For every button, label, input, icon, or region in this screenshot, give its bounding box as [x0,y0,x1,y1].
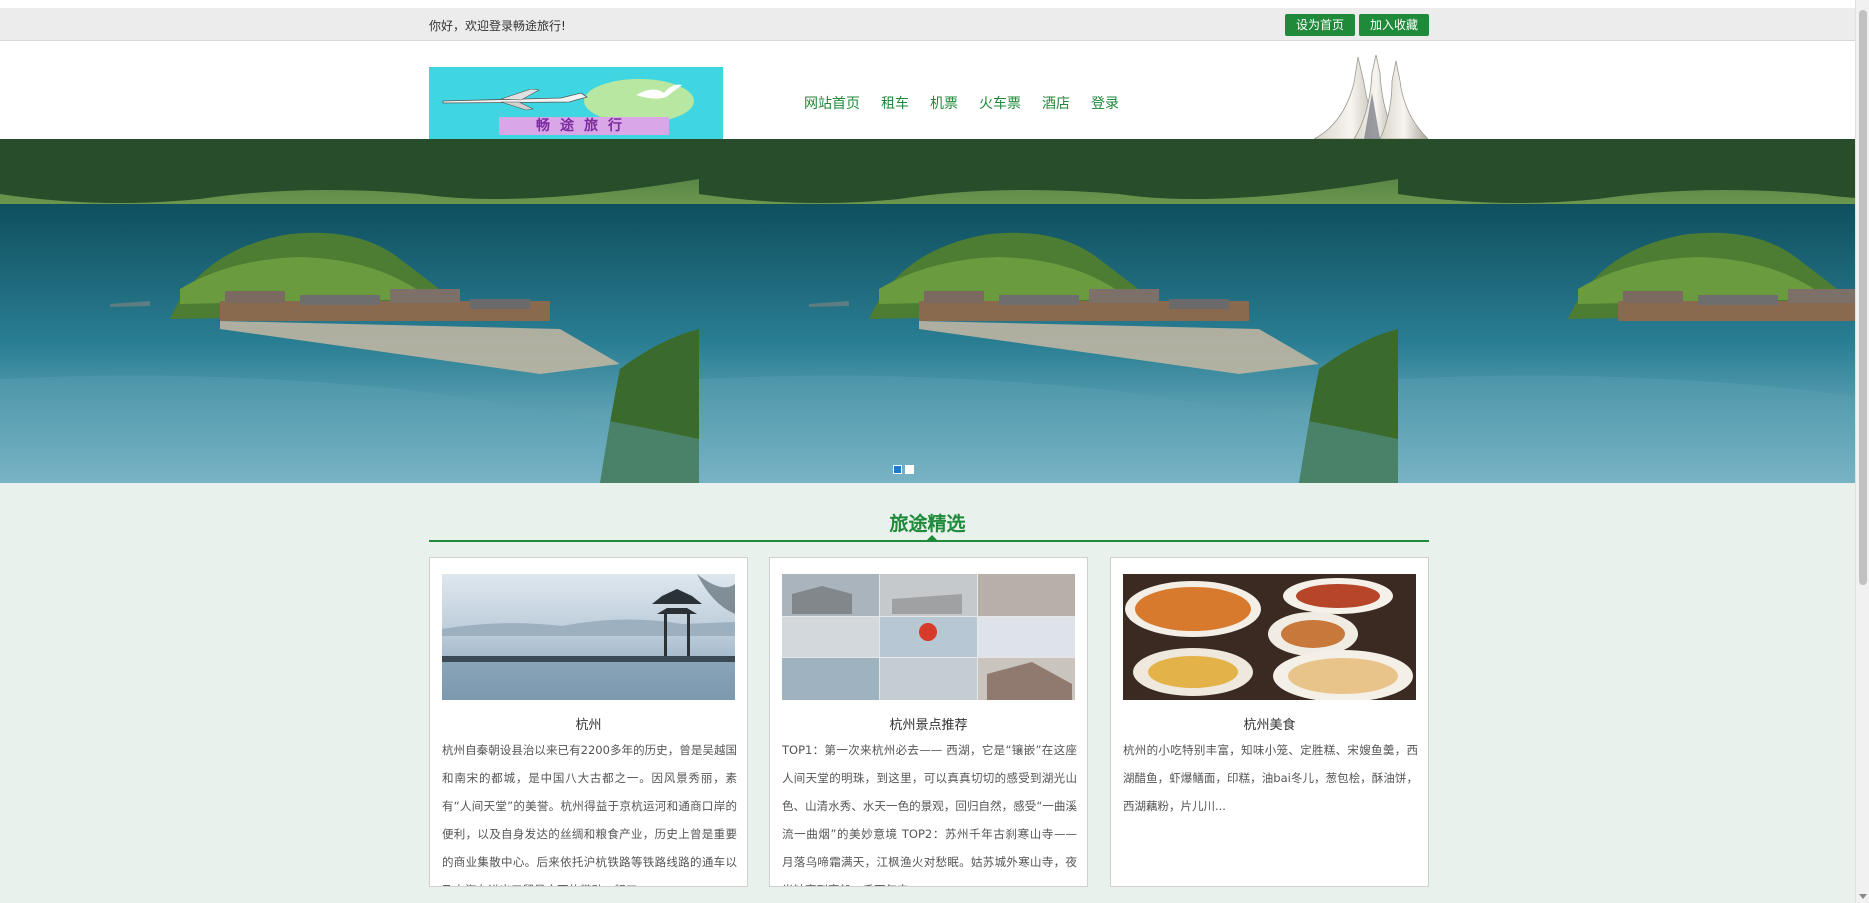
nav-car-rental[interactable]: 租车 [881,93,909,113]
add-favorite-button[interactable]: 加入收藏 [1359,14,1429,36]
card-description: 杭州自秦朝设县治以来已有2200多年的历史，曾是吴越国和南宋的都城，是中国八大古… [442,743,737,886]
top-bar: 你好，欢迎登录畅途旅行! 设为首页 加入收藏 [0,8,1855,41]
nav-login[interactable]: 登录 [1091,93,1119,113]
welcome-text: 你好，欢迎登录畅途旅行! [429,19,566,33]
banner-slide [0,139,699,483]
section-caret-icon [927,535,937,540]
card-image [782,574,1075,700]
site-header: 畅途旅行 网站首页 租车 机票 火车票 酒店 登录 [0,41,1855,139]
carousel-dot-2[interactable] [905,465,914,474]
card-attractions[interactable]: 杭州景点推荐 TOP1：第一次来杭州必去—— 西湖，它是“镶嵌”在这座人间天堂的… [769,557,1088,887]
nav-hotels[interactable]: 酒店 [1042,93,1070,113]
nav-home[interactable]: 网站首页 [804,93,860,113]
card-title: 杭州 [575,718,602,733]
carousel-dot-1[interactable] [893,465,902,474]
card-title: 杭州景点推荐 [889,718,968,733]
card-image [1123,574,1416,700]
site-logo[interactable]: 畅途旅行 [429,67,723,139]
logo-text: 畅途旅行 [499,117,669,135]
card-description: 杭州的小吃特别丰富，知味小笼、定胜糕、宋嫂鱼羹，西湖醋鱼，虾爆鳝面，印糕，油ba… [1123,743,1418,813]
page-scrollbar[interactable] [1855,0,1869,903]
scroll-thumb[interactable] [1859,10,1867,585]
landmark-tower-image [1314,54,1428,139]
card-image [442,574,735,700]
banner-slide [1398,139,1855,483]
card-food[interactable]: 杭州美食 杭州的小吃特别丰富，知味小笼、定胜糕、宋嫂鱼羹，西湖醋鱼，虾爆鳝面，印… [1110,557,1429,887]
browser-bookmark-strip [0,0,1855,8]
main-nav: 网站首页 租车 机票 火车票 酒店 登录 [804,93,1119,113]
featured-cards: 杭州 杭州自秦朝设县治以来已有2200多年的历史，曾是吴越国和南宋的都城，是中国… [429,557,1429,903]
nav-flights[interactable]: 机票 [930,93,958,113]
section-divider [429,540,1429,542]
nav-train-tickets[interactable]: 火车票 [979,93,1021,113]
airplane-icon [442,89,588,111]
banner-slide [699,139,1398,483]
carousel-dots [893,465,914,474]
scroll-down-arrow-icon[interactable] [1859,894,1867,899]
hero-banner[interactable] [0,139,1855,483]
bird-icon [636,84,682,99]
card-title: 杭州美食 [1243,718,1296,733]
card-hangzhou[interactable]: 杭州 杭州自秦朝设县治以来已有2200多年的历史，曾是吴越国和南宋的都城，是中国… [429,557,748,887]
set-home-button[interactable]: 设为首页 [1285,14,1355,36]
section-title: 旅途精选 [889,513,966,535]
card-description: TOP1：第一次来杭州必去—— 西湖，它是“镶嵌”在这座人间天堂的明珠，到这里，… [782,743,1077,886]
